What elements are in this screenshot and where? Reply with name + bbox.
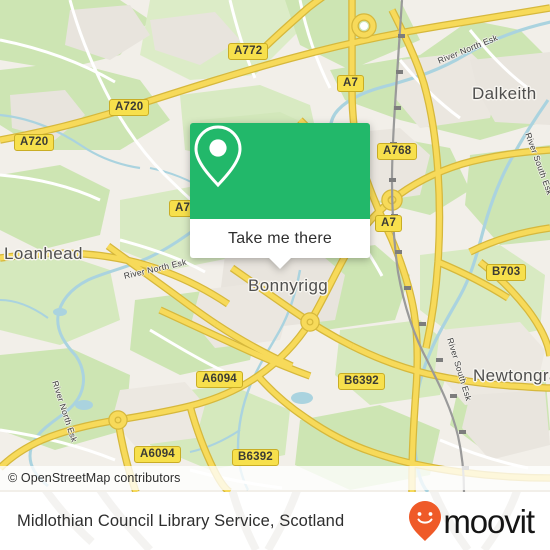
moovit-wordmark: moovit xyxy=(443,502,535,540)
popup-icon-area xyxy=(190,123,370,219)
road-shield-b6392-1[interactable]: B6392 xyxy=(338,373,385,390)
moovit-brand[interactable]: moovit xyxy=(408,500,550,542)
map-canvas[interactable]: Dalkeith Loanhead Bonnyrigg Newtongrange… xyxy=(0,0,550,492)
road-shield-a6094-2[interactable]: A6094 xyxy=(134,446,181,463)
take-me-there-popup[interactable]: Take me there xyxy=(190,123,370,269)
road-shield-a720-1[interactable]: A720 xyxy=(109,99,150,116)
road-shield-a6094-1[interactable]: A6094 xyxy=(196,371,243,388)
road-shield-a768-1[interactable]: A768 xyxy=(377,143,418,160)
roundabout-centre xyxy=(360,22,368,30)
road-shield-a772-1[interactable]: A772 xyxy=(228,43,269,60)
road-shield-a7-2[interactable]: A7 xyxy=(375,215,403,232)
popup-action-bar[interactable]: Take me there xyxy=(190,219,370,258)
take-me-there-label: Take me there xyxy=(228,229,332,247)
road-shield-a7-1[interactable]: A7 xyxy=(337,75,365,92)
osm-attribution-text[interactable]: © OpenStreetMap contributors xyxy=(0,471,181,485)
road-shield-b703[interactable]: B703 xyxy=(486,264,527,281)
map-pin-icon xyxy=(194,125,242,188)
footer-bar: Midlothian Council Library Service, Scot… xyxy=(0,492,550,550)
road-shield-a720-2[interactable]: A720 xyxy=(14,134,55,151)
road-shield-b6392-2[interactable]: B6392 xyxy=(232,449,279,466)
page-title: Midlothian Council Library Service, Scot… xyxy=(17,511,345,530)
osm-attribution-bar: © OpenStreetMap contributors xyxy=(0,466,550,490)
moovit-smiley-pin-icon xyxy=(409,501,442,541)
moovit-map-screenshot: Dalkeith Loanhead Bonnyrigg Newtongrange… xyxy=(0,0,550,550)
popup-pointer-tail xyxy=(269,258,291,269)
